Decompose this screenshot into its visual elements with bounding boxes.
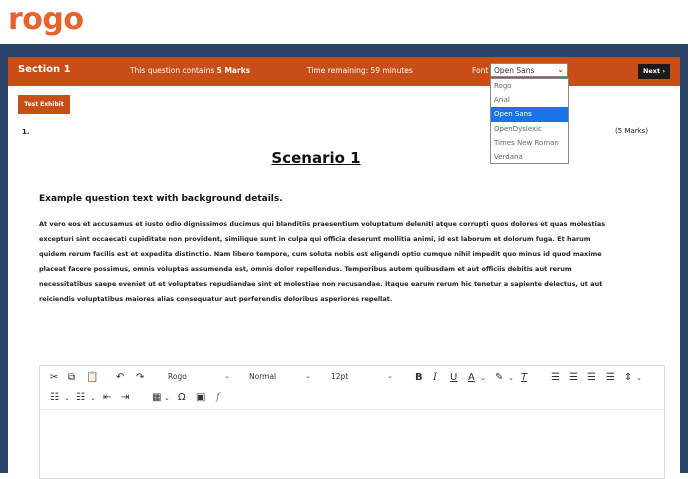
- question-number: 1.: [22, 128, 30, 136]
- formula-icon[interactable]: f: [216, 392, 220, 403]
- chevron-down-icon: ⌄: [557, 65, 564, 74]
- indent-icon[interactable]: ⇥: [121, 392, 129, 403]
- clear-format-icon[interactable]: T: [521, 372, 527, 383]
- line-height-icon[interactable]: ⇕: [624, 372, 632, 383]
- align-left-icon[interactable]: ☰: [551, 372, 560, 383]
- special-character-icon[interactable]: Ω: [178, 392, 186, 403]
- time-remaining: Time remaining: 59 minutes: [307, 66, 413, 75]
- font-dropdown-list: Rogo Arial Open Sans OpenDyslexic Times …: [490, 78, 569, 164]
- copy-icon[interactable]: ⧉: [68, 372, 75, 383]
- image-icon[interactable]: ▣: [196, 392, 205, 403]
- cut-icon[interactable]: ✂: [50, 372, 58, 383]
- align-center-icon[interactable]: ☰: [569, 372, 578, 383]
- font-size-dropdown[interactable]: 12pt ⌄: [331, 372, 393, 386]
- chevron-down-icon[interactable]: ⌄: [64, 394, 70, 402]
- font-option-opendyslexic[interactable]: OpenDyslexic: [491, 122, 568, 136]
- font-family-dropdown[interactable]: Rogo ⌄: [168, 372, 230, 386]
- chevron-down-icon[interactable]: ⌄: [508, 374, 514, 382]
- chevron-down-icon: ⌄: [305, 372, 311, 380]
- block-format-dropdown[interactable]: Normal ⌄: [249, 372, 311, 386]
- paste-icon[interactable]: 📋: [86, 372, 98, 383]
- font-option-arial[interactable]: Arial: [491, 93, 568, 107]
- font-select[interactable]: Open Sans ⌄: [490, 63, 568, 77]
- chevron-down-icon[interactable]: ⌄: [90, 394, 96, 402]
- next-button[interactable]: Next ›: [638, 64, 670, 79]
- highlight-color-icon[interactable]: ✎: [495, 372, 503, 383]
- font-option-rogo[interactable]: Rogo: [491, 79, 568, 93]
- table-icon[interactable]: ▦: [152, 392, 161, 403]
- align-right-icon[interactable]: ☰: [587, 372, 596, 383]
- editor-toolbar: ✂ ⧉ 📋 ↶ ↷ Rogo ⌄ Normal ⌄ 12pt ⌄ B I U A…: [40, 366, 664, 410]
- chevron-down-icon: ⌄: [387, 372, 393, 380]
- chevron-down-icon[interactable]: ⌄: [480, 374, 486, 382]
- section-title: Section 1: [18, 64, 71, 75]
- question-body: At vero eos et accusamus et iusto odio d…: [39, 220, 606, 303]
- outdent-icon[interactable]: ⇤: [103, 392, 111, 403]
- answer-editor[interactable]: ✂ ⧉ 📋 ↶ ↷ Rogo ⌄ Normal ⌄ 12pt ⌄ B I U A…: [39, 365, 665, 479]
- text-color-icon[interactable]: A: [468, 372, 475, 383]
- font-option-open-sans[interactable]: Open Sans: [491, 107, 568, 122]
- question-marks: (5 Marks): [615, 127, 649, 135]
- exam-header: Section 1 This question contains 5 Marks…: [8, 57, 680, 86]
- numbered-list-icon[interactable]: ☷: [76, 392, 85, 403]
- bullet-list-icon[interactable]: ☷: [50, 392, 59, 403]
- question-heading: Example question text with background de…: [39, 194, 283, 204]
- bold-icon[interactable]: B: [415, 372, 423, 383]
- logo-bar: rogo: [0, 0, 688, 44]
- test-exhibit-button[interactable]: Test Exhibit: [18, 95, 70, 114]
- rogo-logo: rogo: [8, 2, 84, 37]
- justify-icon[interactable]: ☰: [606, 372, 615, 383]
- undo-icon[interactable]: ↶: [116, 372, 124, 383]
- underline-icon[interactable]: U: [450, 372, 457, 383]
- font-label: Font: [472, 66, 489, 75]
- italic-icon[interactable]: I: [433, 372, 437, 383]
- chevron-down-icon: ⌄: [224, 372, 230, 380]
- chevron-down-icon[interactable]: ⌄: [636, 374, 642, 382]
- font-option-verdana[interactable]: Verdana: [491, 150, 568, 164]
- question-content: Test Exhibit 1. (5 Marks) Scenario 1 Exa…: [8, 86, 680, 479]
- exam-frame: Section 1 This question contains 5 Marks…: [0, 44, 688, 479]
- chevron-down-icon[interactable]: ⌄: [164, 394, 170, 402]
- question-marks-info: This question contains 5 Marks: [130, 66, 251, 75]
- font-option-times-new-roman[interactable]: Times New Roman: [491, 136, 568, 150]
- redo-icon[interactable]: ↷: [136, 372, 144, 383]
